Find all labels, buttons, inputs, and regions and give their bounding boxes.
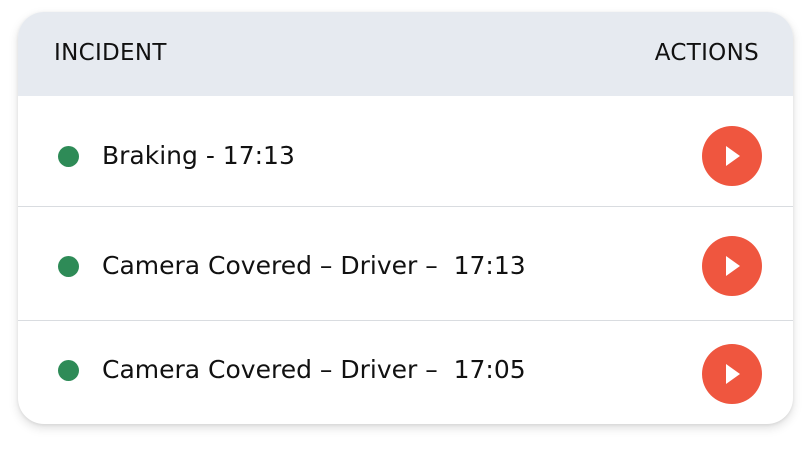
status-dot-icon [58, 256, 79, 277]
status-dot-icon [58, 146, 79, 167]
play-icon [726, 364, 740, 384]
incident-table-card: INCIDENT ACTIONS Braking - 17:13 Camera … [18, 12, 793, 424]
play-button[interactable] [702, 126, 762, 186]
table-row: Camera Covered – Driver – 17:05 [18, 320, 793, 424]
actions-column-header: ACTIONS [654, 40, 759, 66]
play-icon [726, 146, 740, 166]
status-dot-icon [58, 360, 79, 381]
incident-label: Braking - 17:13 [102, 141, 295, 170]
table-row: Camera Covered – Driver – 17:13 [18, 206, 793, 320]
incident-label: Camera Covered – Driver – 17:05 [102, 355, 526, 384]
play-button[interactable] [702, 344, 762, 404]
play-icon [726, 256, 740, 276]
incident-column-header: INCIDENT [54, 40, 167, 66]
table-header: INCIDENT ACTIONS [18, 12, 793, 96]
table-row: Braking - 17:13 [18, 96, 793, 206]
play-button[interactable] [702, 236, 762, 296]
incident-label: Camera Covered – Driver – 17:13 [102, 251, 526, 280]
